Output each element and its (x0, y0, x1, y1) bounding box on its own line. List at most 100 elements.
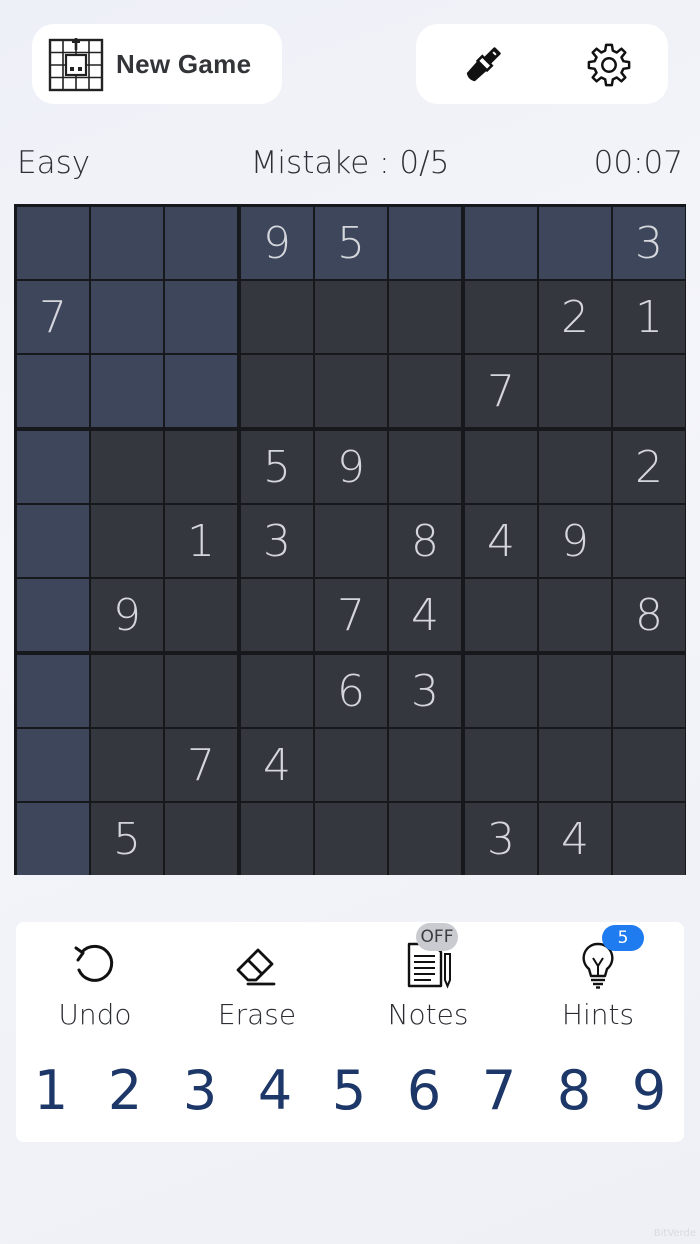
sudoku-cell-r2-c4[interactable] (241, 281, 313, 353)
sudoku-cell-r1-c8[interactable] (539, 207, 611, 279)
sudoku-cell-r5-c7[interactable]: 4 (465, 505, 537, 577)
theme-button[interactable] (458, 40, 508, 90)
numpad-key-8[interactable]: 8 (539, 1050, 609, 1130)
sudoku-cell-r4-c5[interactable]: 9 (315, 431, 387, 503)
sudoku-cell-r2-c9[interactable]: 1 (613, 281, 685, 353)
settings-button[interactable] (584, 40, 634, 90)
sudoku-cell-r8-c9[interactable] (613, 729, 685, 801)
sudoku-cell-r4-c8[interactable] (539, 431, 611, 503)
sudoku-cell-r9-c6[interactable] (389, 803, 461, 875)
watermark: BitVerde (653, 1228, 696, 1239)
sudoku-cell-r8-c7[interactable] (465, 729, 537, 801)
sudoku-cell-r6-c2[interactable]: 9 (91, 579, 163, 651)
sudoku-cell-r1-c3[interactable] (165, 207, 237, 279)
sudoku-cell-r7-c3[interactable] (165, 655, 237, 727)
sudoku-cell-r5-c3[interactable]: 1 (165, 505, 237, 577)
sudoku-cell-r3-c1[interactable] (17, 355, 89, 427)
sudoku-cell-r6-c1[interactable] (17, 579, 89, 651)
sudoku-cell-r4-c4[interactable]: 5 (241, 431, 313, 503)
sudoku-cell-r5-c9[interactable] (613, 505, 685, 577)
sudoku-cell-r5-c2[interactable] (91, 505, 163, 577)
sudoku-cell-r9-c9[interactable] (613, 803, 685, 875)
numpad-key-2[interactable]: 2 (90, 1050, 160, 1130)
sudoku-cell-r9-c3[interactable] (165, 803, 237, 875)
sudoku-cell-r6-c3[interactable] (165, 579, 237, 651)
numpad-key-7[interactable]: 7 (464, 1050, 534, 1130)
sudoku-cell-r2-c2[interactable] (91, 281, 163, 353)
sudoku-cell-r7-c2[interactable] (91, 655, 163, 727)
sudoku-cell-r8-c4[interactable]: 4 (241, 729, 313, 801)
sudoku-cell-r5-c8[interactable]: 9 (539, 505, 611, 577)
sudoku-cell-r1-c2[interactable] (91, 207, 163, 279)
sudoku-cell-r6-c7[interactable] (465, 579, 537, 651)
sudoku-cell-r6-c9[interactable]: 8 (613, 579, 685, 651)
sudoku-cell-r8-c8[interactable] (539, 729, 611, 801)
erase-button[interactable]: Erase (192, 936, 322, 1036)
sudoku-cell-r6-c4[interactable] (241, 579, 313, 651)
sudoku-cell-r4-c1[interactable] (17, 431, 89, 503)
sudoku-cell-r7-c7[interactable] (465, 655, 537, 727)
sudoku-cell-r2-c7[interactable] (465, 281, 537, 353)
sudoku-cell-r9-c4[interactable] (241, 803, 313, 875)
sudoku-cell-r7-c5[interactable]: 6 (315, 655, 387, 727)
undo-button[interactable]: Undo (30, 936, 160, 1036)
sudoku-cell-r8-c1[interactable] (17, 729, 89, 801)
numpad-key-9[interactable]: 9 (614, 1050, 684, 1130)
numpad-key-1[interactable]: 1 (16, 1050, 86, 1130)
sudoku-cell-r1-c1[interactable] (17, 207, 89, 279)
sudoku-cell-r7-c6[interactable]: 3 (389, 655, 461, 727)
new-game-button[interactable]: New Game (32, 24, 282, 104)
sudoku-cell-r8-c2[interactable] (91, 729, 163, 801)
sudoku-cell-r8-c6[interactable] (389, 729, 461, 801)
hints-button[interactable]: Hints (533, 936, 663, 1036)
sudoku-cell-r2-c6[interactable] (389, 281, 461, 353)
sudoku-cell-r4-c3[interactable] (165, 431, 237, 503)
numpad-key-5[interactable]: 5 (314, 1050, 384, 1130)
sudoku-cell-r9-c1[interactable] (17, 803, 89, 875)
sudoku-cell-r1-c9[interactable]: 3 (613, 207, 685, 279)
sudoku-cell-r7-c4[interactable] (241, 655, 313, 727)
sudoku-cell-r2-c5[interactable] (315, 281, 387, 353)
numpad-key-6[interactable]: 6 (389, 1050, 459, 1130)
sudoku-cell-r3-c7[interactable]: 7 (465, 355, 537, 427)
sudoku-cell-r2-c1[interactable]: 7 (17, 281, 89, 353)
sudoku-cell-r9-c2[interactable]: 5 (91, 803, 163, 875)
notes-button[interactable]: Notes (363, 936, 493, 1036)
sudoku-cell-r9-c8[interactable]: 4 (539, 803, 611, 875)
sudoku-cell-r7-c9[interactable] (613, 655, 685, 727)
sudoku-cell-r5-c6[interactable]: 8 (389, 505, 461, 577)
sudoku-cell-r5-c1[interactable] (17, 505, 89, 577)
sudoku-cell-r3-c8[interactable] (539, 355, 611, 427)
sudoku-cell-r3-c5[interactable] (315, 355, 387, 427)
sudoku-cell-r4-c6[interactable] (389, 431, 461, 503)
sudoku-cell-r8-c5[interactable] (315, 729, 387, 801)
sudoku-cell-r1-c6[interactable] (389, 207, 461, 279)
sudoku-cell-r4-c7[interactable] (465, 431, 537, 503)
sudoku-cell-r5-c4[interactable]: 3 (241, 505, 313, 577)
sudoku-cell-r6-c6[interactable]: 4 (389, 579, 461, 651)
sudoku-cell-r6-c8[interactable] (539, 579, 611, 651)
sudoku-cell-r2-c3[interactable] (165, 281, 237, 353)
sudoku-cell-r1-c7[interactable] (465, 207, 537, 279)
undo-icon (74, 944, 114, 982)
sudoku-cell-r3-c4[interactable] (241, 355, 313, 427)
numpad-key-3[interactable]: 3 (165, 1050, 235, 1130)
sudoku-cell-r7-c8[interactable] (539, 655, 611, 727)
sudoku-cell-r8-c3[interactable]: 7 (165, 729, 237, 801)
sudoku-cell-r9-c7[interactable]: 3 (465, 803, 537, 875)
sudoku-cell-r6-c5[interactable]: 7 (315, 579, 387, 651)
sudoku-cell-r4-c2[interactable] (91, 431, 163, 503)
sudoku-cell-r9-c5[interactable] (315, 803, 387, 875)
numpad-key-4[interactable]: 4 (240, 1050, 310, 1130)
paint-brush-icon (466, 47, 501, 82)
sudoku-cell-r3-c3[interactable] (165, 355, 237, 427)
sudoku-cell-r3-c6[interactable] (389, 355, 461, 427)
sudoku-cell-r7-c1[interactable] (17, 655, 89, 727)
sudoku-cell-r1-c4[interactable]: 9 (241, 207, 313, 279)
sudoku-cell-r1-c5[interactable]: 5 (315, 207, 387, 279)
sudoku-cell-r5-c5[interactable] (315, 505, 387, 577)
sudoku-cell-r4-c9[interactable]: 2 (613, 431, 685, 503)
sudoku-cell-r2-c8[interactable]: 2 (539, 281, 611, 353)
sudoku-cell-r3-c2[interactable] (91, 355, 163, 427)
sudoku-cell-r3-c9[interactable] (613, 355, 685, 427)
